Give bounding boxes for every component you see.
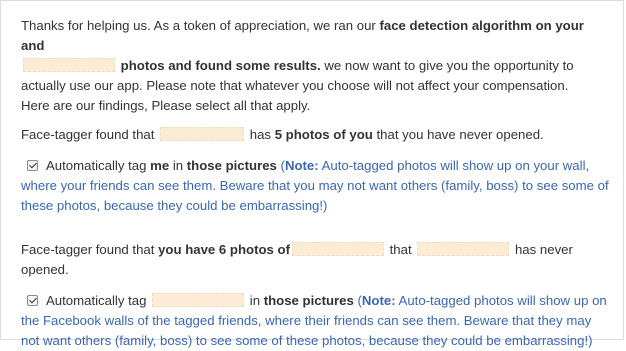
option-1-text-1: Automatically tag xyxy=(46,158,151,173)
intro-bold-2: photos and found some results. xyxy=(120,58,321,73)
auto-tag-friend-checkbox[interactable] xyxy=(27,295,38,306)
finding-1-text-1: Face-tagger found that xyxy=(21,127,159,142)
intro-paragraph: Thanks for helping us. As a token of app… xyxy=(21,16,611,116)
option-1: Automatically tag me in those pictures (… xyxy=(21,156,611,216)
findings-panel: Thanks for helping us. As a token of app… xyxy=(0,0,624,348)
finding-1-bold: 5 photos of you xyxy=(274,127,373,142)
finding-2: Face-tagger found that you have 6 photos… xyxy=(21,240,611,280)
redacted-name xyxy=(160,127,245,142)
auto-tag-me-checkbox[interactable] xyxy=(27,160,38,171)
option-2-paren: ( xyxy=(353,293,362,308)
redacted-name xyxy=(417,242,510,257)
option-1-text-2: in xyxy=(169,158,187,173)
finding-2-text-1: Face-tagger found that xyxy=(21,242,159,257)
redacted-name xyxy=(23,58,115,73)
option-2-bold-pictures: those pictures xyxy=(263,293,354,308)
finding-1-text-3: that you have never opened. xyxy=(372,127,544,142)
intro-text-1: Thanks for helping us. As a token of app… xyxy=(21,18,380,33)
finding-1: Face-tagger found that has 5 photos of y… xyxy=(21,125,611,145)
findings-content: Thanks for helping us. As a token of app… xyxy=(21,16,611,351)
option-1-paren: ( xyxy=(276,158,285,173)
redacted-name xyxy=(152,293,245,308)
intro-instructions: Here are our findings, Please select all… xyxy=(21,98,311,113)
finding-2-text-2: that xyxy=(385,242,416,257)
finding-1-text-2: has xyxy=(246,127,275,142)
option-1-note-label: Note: xyxy=(284,158,319,173)
option-2-note-label: Note: xyxy=(361,293,396,308)
option-2-text-1: Automatically tag xyxy=(46,293,151,308)
redacted-name xyxy=(291,242,384,257)
option-1-bold-pictures: those pictures xyxy=(186,158,277,173)
option-1-bold-me: me xyxy=(150,158,170,173)
option-2-text-2: in xyxy=(246,293,264,308)
option-2: Automatically tag in those pictures (Not… xyxy=(21,291,611,351)
finding-2-bold: you have 6 photos of xyxy=(158,242,290,257)
